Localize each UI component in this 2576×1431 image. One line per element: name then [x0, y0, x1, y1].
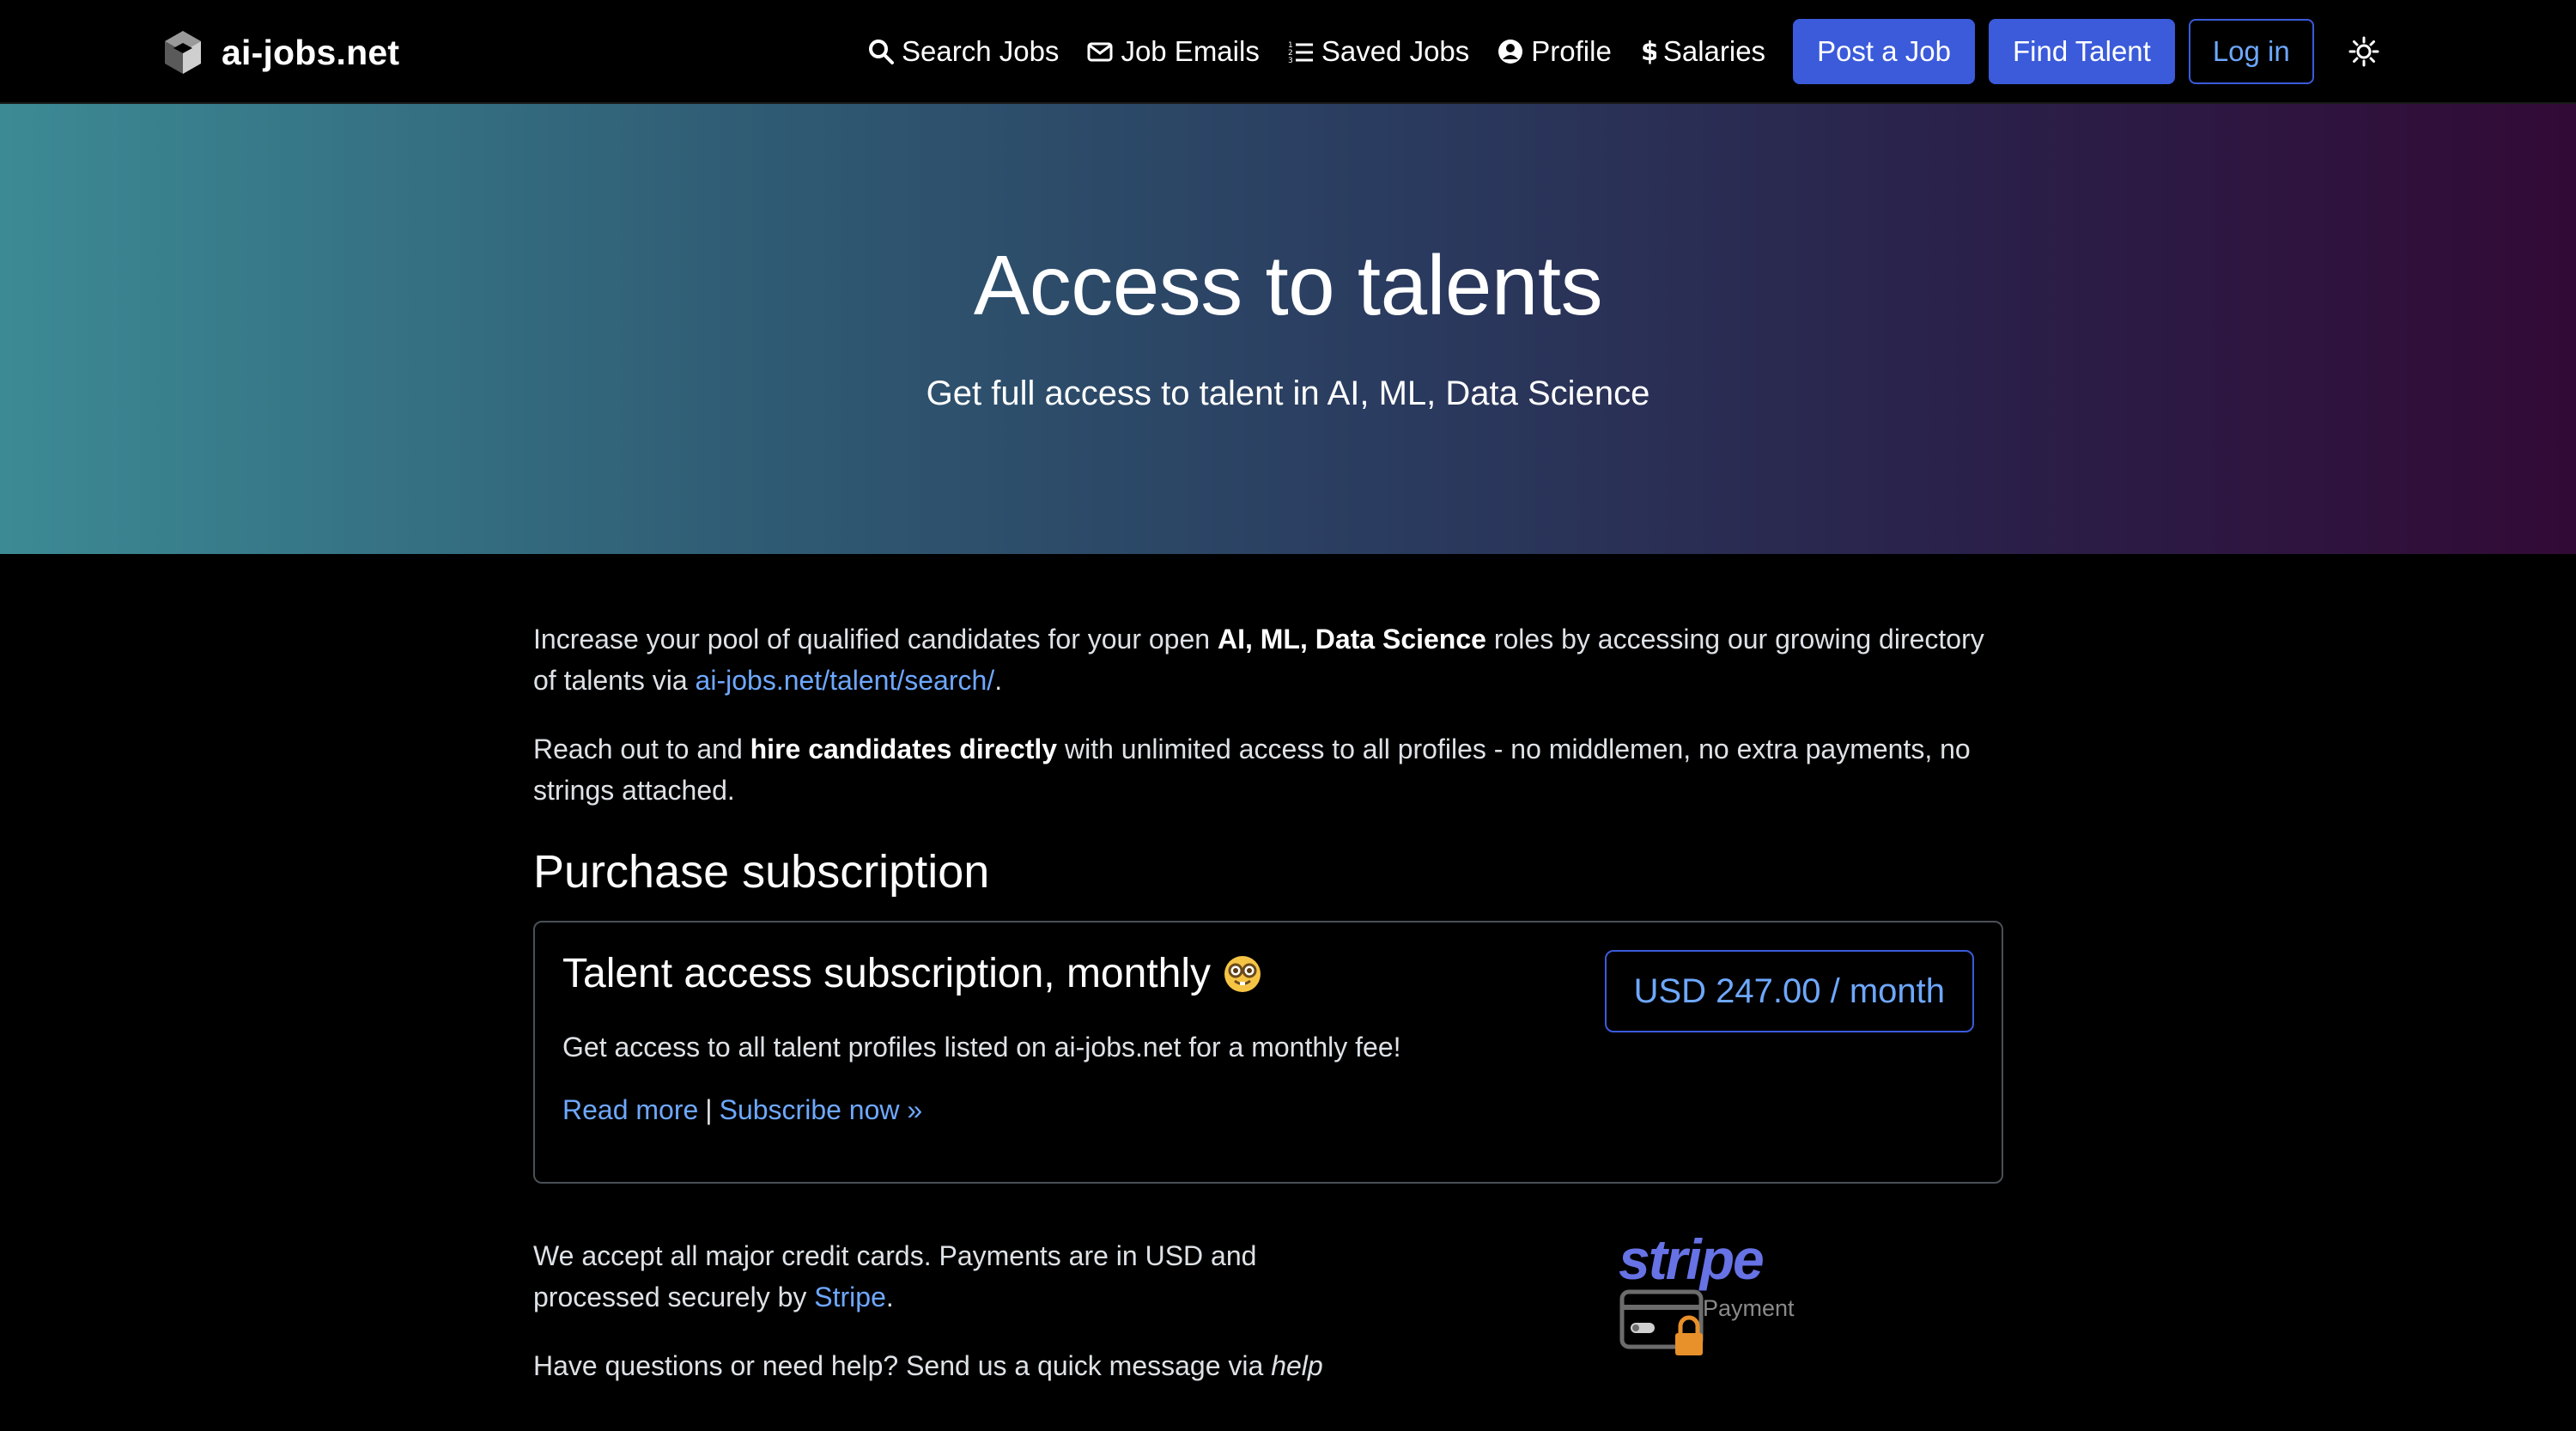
- brand-name: ai-jobs.net: [222, 32, 400, 72]
- intro-paragraph-2: Reach out to and hire candidates directl…: [533, 728, 2003, 811]
- envelope-icon: [1087, 42, 1113, 62]
- top-navbar: ai-jobs.net Search Jobs Job Emails 1 2 3: [0, 0, 2576, 104]
- nav-search-jobs-label: Search Jobs: [902, 35, 1060, 67]
- search-icon: [869, 40, 894, 64]
- page-title: Access to talents: [973, 238, 1603, 332]
- login-button[interactable]: Log in: [2188, 19, 2314, 84]
- svg-text:$: $: [1641, 38, 1656, 65]
- link-separator: |: [705, 1094, 713, 1125]
- svg-text:3: 3: [1288, 57, 1293, 65]
- subscription-title-text: Talent access subscription, monthly: [562, 951, 1212, 996]
- nav-links: Search Jobs Job Emails 1 2 3 Saved Jobs: [867, 19, 2379, 84]
- payment-text: .: [885, 1282, 894, 1312]
- subscribe-now-link[interactable]: Subscribe now »: [720, 1094, 923, 1125]
- dollar-icon: $: [1641, 38, 1656, 65]
- page-subtitle: Get full access to talent in AI, ML, Dat…: [926, 374, 1650, 412]
- intro-bold: AI, ML, Data Science: [1217, 624, 1486, 655]
- main-content: Increase your pool of qualified candidat…: [533, 618, 2003, 1407]
- intro-paragraph-1: Increase your pool of qualified candidat…: [533, 618, 2003, 701]
- read-more-link[interactable]: Read more: [562, 1094, 698, 1125]
- intro-text: Increase your pool of qualified candidat…: [533, 624, 1218, 655]
- user-circle-icon: [1498, 40, 1523, 64]
- payment-paragraph: We accept all major credit cards. Paymen…: [533, 1235, 1358, 1318]
- nav-job-emails-label: Job Emails: [1121, 35, 1260, 67]
- intro-text: Reach out to and: [533, 734, 750, 764]
- nav-search-jobs[interactable]: Search Jobs: [867, 35, 1059, 68]
- list-icon: 1 2 3: [1288, 41, 1313, 65]
- nav-salaries-label: Salaries: [1662, 35, 1766, 67]
- hero-banner: Access to talents Get full access to tal…: [0, 104, 2576, 554]
- stripe-payment-label: Payment: [1703, 1295, 1795, 1321]
- payment-text: We accept all major credit cards. Paymen…: [533, 1240, 1257, 1312]
- purchase-heading: Purchase subscription: [533, 846, 990, 898]
- payment-info: We accept all major credit cards. Paymen…: [533, 1227, 2003, 1407]
- nav-saved-jobs-label: Saved Jobs: [1321, 35, 1470, 67]
- post-job-button[interactable]: Post a Job: [1793, 19, 1975, 84]
- subscription-links: Read more | Subscribe now »: [562, 1094, 1974, 1126]
- stripe-payment-badge: stripe Payment: [1619, 1227, 1825, 1355]
- intro-bold: hire candidates directly: [750, 734, 1058, 764]
- sun-icon[interactable]: [2348, 36, 2379, 67]
- stripe-link[interactable]: Stripe: [814, 1282, 886, 1312]
- brand-home-link[interactable]: ai-jobs.net: [158, 26, 399, 79]
- subscription-card: Talent access subscription, monthly Get …: [533, 921, 2003, 1184]
- help-text: Have questions or need help? Send us a q…: [533, 1350, 1272, 1381]
- nav-salaries[interactable]: $ Salaries: [1639, 35, 1765, 68]
- intro-text: .: [994, 665, 1003, 696]
- brand-logo-icon: [165, 31, 201, 74]
- nav-job-emails[interactable]: Job Emails: [1086, 35, 1260, 68]
- nav-saved-jobs[interactable]: 1 2 3 Saved Jobs: [1287, 35, 1469, 68]
- stripe-logo-text: stripe: [1619, 1227, 1765, 1291]
- find-talent-button[interactable]: Find Talent: [1989, 19, 2175, 84]
- price-button[interactable]: USD 247.00 / month: [1604, 950, 1974, 1032]
- credit-card-lock-icon: [1619, 1289, 1704, 1355]
- nav-profile[interactable]: Profile: [1497, 35, 1612, 68]
- nerd-face-icon: [1224, 955, 1261, 992]
- help-emphasis: help: [1271, 1350, 1323, 1381]
- subscription-description: Get access to all talent profiles listed…: [562, 1032, 1401, 1063]
- talent-search-link[interactable]: ai-jobs.net/talent/search/: [696, 665, 995, 696]
- nav-profile-label: Profile: [1531, 35, 1612, 67]
- help-paragraph: Have questions or need help? Send us a q…: [533, 1345, 1358, 1386]
